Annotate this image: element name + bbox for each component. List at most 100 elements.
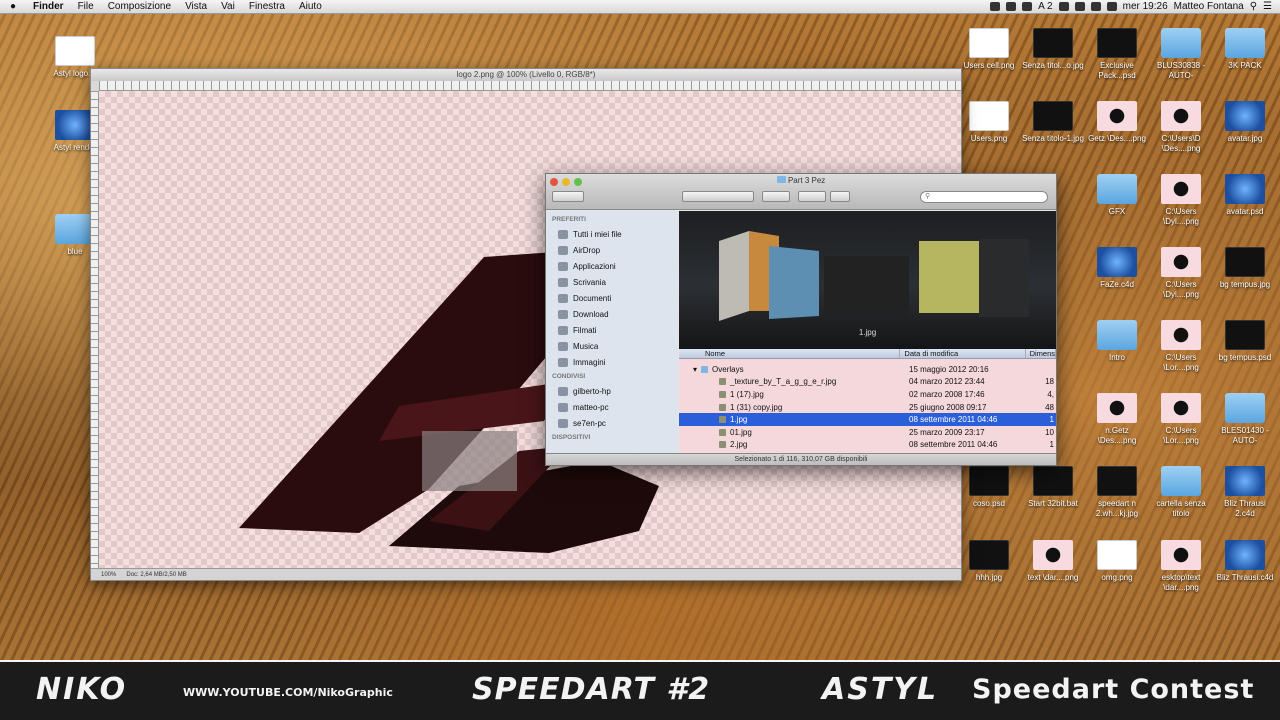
- file-date: 02 marzo 2008 17:46: [909, 389, 985, 399]
- desktop-icon[interactable]: Bliz Thrausi 2.c4d: [1214, 466, 1276, 519]
- all-files-icon: [558, 229, 568, 239]
- sidebar-item[interactable]: AirDrop: [546, 242, 678, 258]
- file-row[interactable]: 1.jpg 08 settembre 2011 04:46 1: [679, 413, 1056, 426]
- computer-icon: [558, 418, 568, 428]
- desktop-icon[interactable]: bg tempus.psd: [1214, 320, 1276, 363]
- menu-vai[interactable]: Vai: [214, 1, 242, 12]
- desktop-icon[interactable]: BLUS30838 -AUTO-: [1150, 28, 1212, 81]
- back-forward-buttons[interactable]: [552, 191, 584, 202]
- apple-menu-icon[interactable]: ●: [0, 1, 26, 12]
- sidebar-item[interactable]: matteo-pc: [546, 399, 678, 415]
- finder-window[interactable]: Part 3 Pez ⚲ PREFERITI Tutti i miei file…: [545, 173, 1057, 466]
- arrange-button[interactable]: [798, 191, 826, 202]
- folder-icon: [1097, 174, 1137, 204]
- file-row[interactable]: 1 (17).jpg 02 marzo 2008 17:46 4,: [679, 388, 1056, 401]
- adobe-status-text[interactable]: A 2: [1038, 1, 1052, 12]
- sidebar-item[interactable]: gilberto-hp: [546, 383, 678, 399]
- column-name[interactable]: Nome: [679, 349, 901, 358]
- desktop-icon[interactable]: hhh.jpg: [958, 540, 1020, 583]
- cloud-icon[interactable]: [1022, 2, 1033, 11]
- column-date[interactable]: Data di modifica: [900, 349, 1026, 358]
- time-machine-icon[interactable]: [1074, 2, 1085, 11]
- user-name[interactable]: Matteo Fontana: [1174, 1, 1244, 12]
- sidebar-item[interactable]: Applicazioni: [546, 258, 678, 274]
- ruler-horizontal[interactable]: [99, 81, 961, 91]
- view-mode-buttons[interactable]: [682, 191, 754, 202]
- sidebar-item[interactable]: Scrivania: [546, 274, 678, 290]
- photoshop-title-bar[interactable]: logo 2.png @ 100% (Livello 0, RGB/8*): [91, 69, 961, 81]
- sidebar-item[interactable]: Immagini: [546, 354, 678, 370]
- file-row[interactable]: 2.jpg 08 settembre 2011 04:46 1: [679, 439, 1056, 452]
- desktop-icon[interactable]: Senza titol...o.jpg: [1022, 28, 1084, 71]
- menu-finder[interactable]: Finder: [26, 1, 71, 12]
- volume-icon[interactable]: [1106, 2, 1117, 11]
- desktop-icon[interactable]: C:\Users \Lor....png: [1150, 393, 1212, 446]
- desktop-icon[interactable]: Users cell.png: [958, 28, 1020, 71]
- menu-file[interactable]: File: [71, 1, 101, 12]
- desktop-icon[interactable]: text \dar....png: [1022, 540, 1084, 583]
- desktop-icon[interactable]: FaZe.c4d: [1086, 247, 1148, 290]
- sidebar-item[interactable]: Musica: [546, 338, 678, 354]
- file-name: 2.jpg: [730, 440, 748, 450]
- desktop-icon[interactable]: Intro: [1086, 320, 1148, 363]
- menu-finestra[interactable]: Finestra: [242, 1, 292, 12]
- image-file-icon: [719, 441, 726, 449]
- sidebar-item[interactable]: Tutti i miei file: [546, 226, 678, 242]
- menu-composizione[interactable]: Composizione: [101, 1, 178, 12]
- dropbox-icon[interactable]: [1006, 2, 1017, 11]
- desktop-icon[interactable]: 3K PACK: [1214, 28, 1276, 71]
- file-list[interactable]: Nome Data di modifica Dimens ▾ Overlays 15…: [679, 349, 1056, 453]
- zoom-level[interactable]: 100%: [101, 572, 116, 578]
- sidebar-item[interactable]: Download: [546, 306, 678, 322]
- desktop-icon[interactable]: avatar.jpg: [1214, 101, 1276, 144]
- wifi-icon[interactable]: [1090, 2, 1101, 11]
- column-size[interactable]: Dimens: [1026, 349, 1056, 358]
- sidebar-item[interactable]: Documenti: [546, 290, 678, 306]
- desktop-icon[interactable]: C:\Users \Lor....png: [1150, 320, 1212, 373]
- menu-aiuto[interactable]: Aiuto: [292, 1, 329, 12]
- doc-size-info[interactable]: Doc: 2,64 MB/2,50 MB: [126, 572, 186, 578]
- sidebar-item[interactable]: Filmati: [546, 322, 678, 338]
- file-row[interactable]: 01.jpg 25 marzo 2009 23:17 10: [679, 426, 1056, 439]
- search-input[interactable]: ⚲: [920, 191, 1048, 203]
- desktop-icon[interactable]: Users.png: [958, 101, 1020, 144]
- notification-center-icon[interactable]: ☰: [1263, 1, 1272, 12]
- sidebar-item[interactable]: se7en-pc: [546, 415, 678, 431]
- file-row[interactable]: ▾ Overlays 15 maggio 2012 20:16: [679, 363, 1056, 376]
- search-icon: ⚲: [925, 193, 931, 200]
- desktop-icon[interactable]: BLES01430 -AUTO-: [1214, 393, 1276, 446]
- bluetooth-icon[interactable]: [1058, 2, 1069, 11]
- desktop-icon[interactable]: Start 32bit.bat: [1022, 466, 1084, 509]
- screen-icon[interactable]: [990, 2, 1001, 11]
- desktop-icon[interactable]: C:\Users \Dyl....png: [1150, 247, 1212, 300]
- desktop-icon[interactable]: cartella senza titolo: [1150, 466, 1212, 519]
- spotlight-search-icon[interactable]: ⚲: [1250, 1, 1257, 12]
- desktop-icon[interactable]: avatar.psd: [1214, 174, 1276, 217]
- desktop-icon[interactable]: bg tempus.jpg: [1214, 247, 1276, 290]
- menu-vista[interactable]: Vista: [178, 1, 214, 12]
- desktop-icon-label: C:\Users \Dyl....png: [1162, 280, 1199, 299]
- sidebar-header-shared: CONDIVISI: [552, 373, 586, 380]
- desktop-icon[interactable]: coso.psd: [958, 466, 1020, 509]
- desktop-icon[interactable]: Getz \Des....png: [1086, 101, 1148, 144]
- desktop-icon[interactable]: omg.png: [1086, 540, 1148, 583]
- ruler-vertical[interactable]: [91, 91, 99, 568]
- desktop-icon[interactable]: Senza titolo-1.jpg: [1022, 101, 1084, 144]
- desktop-icon[interactable]: C:\Users \Dyl....png: [1150, 174, 1212, 227]
- action-gear-button[interactable]: [762, 191, 790, 202]
- pictures-icon: [558, 357, 568, 367]
- file-row[interactable]: _texture_by_T_a_g_g_e_r.jpg 04 marzo 2012…: [679, 376, 1056, 389]
- desktop-icon[interactable]: C:\Users\D \Des....png: [1150, 101, 1212, 154]
- share-button[interactable]: [830, 191, 850, 202]
- desktop-icon[interactable]: esktop\text \dar....png: [1150, 540, 1212, 593]
- desktop-icon-label: C:\Users\D \Des....png: [1161, 134, 1201, 153]
- file-date: 25 marzo 2009 23:17: [909, 427, 985, 437]
- disclosure-triangle-icon[interactable]: ▾: [693, 365, 697, 374]
- desktop-icon[interactable]: Exclusive Pack...psd: [1086, 28, 1148, 81]
- clock[interactable]: mer 19:26: [1123, 1, 1168, 12]
- desktop-icon[interactable]: n.Getz \Des....png: [1086, 393, 1148, 446]
- desktop-icon[interactable]: Bliz Thrausi.c4d: [1214, 540, 1276, 583]
- desktop-icon[interactable]: GFX: [1086, 174, 1148, 217]
- desktop-icon[interactable]: speedart n 2.wh...kj.jpg: [1086, 466, 1148, 519]
- file-row[interactable]: 1 (31) copy.jpg 25 giugno 2008 09:17 48: [679, 401, 1056, 414]
